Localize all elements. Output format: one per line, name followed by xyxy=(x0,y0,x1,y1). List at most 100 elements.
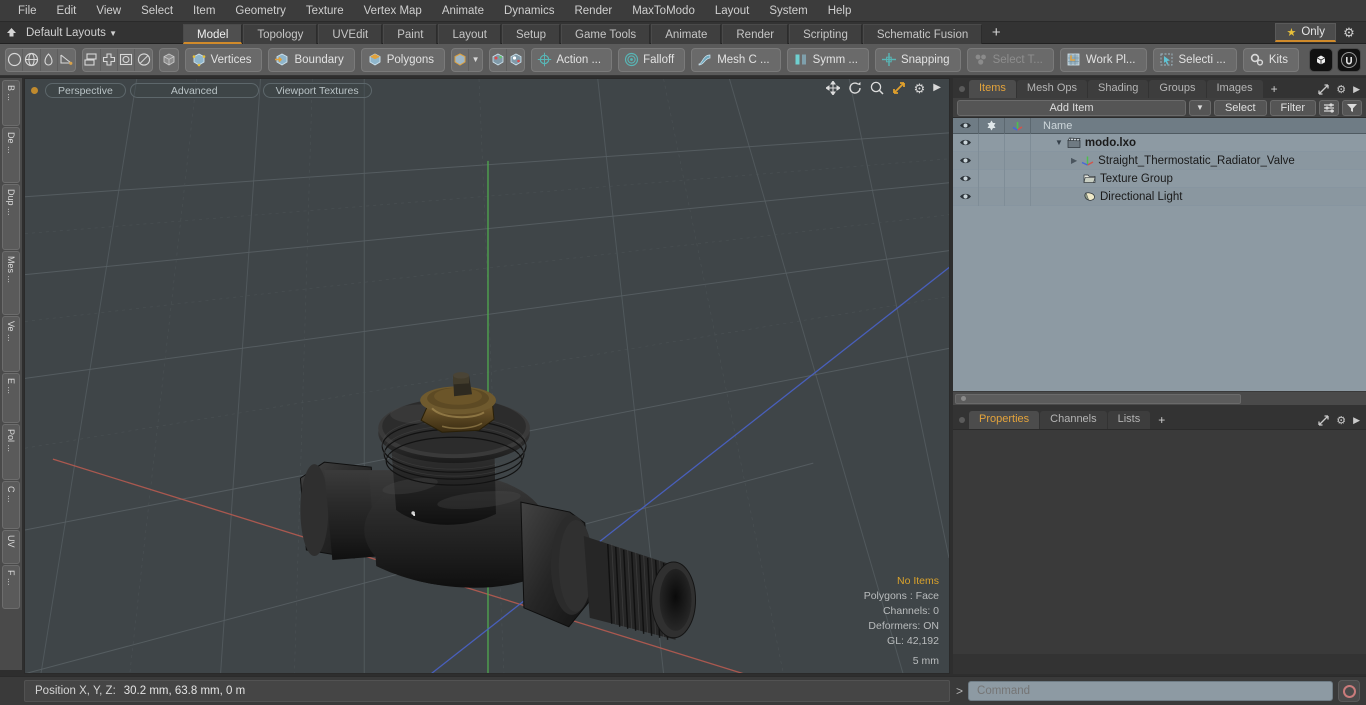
row-axis-cell[interactable] xyxy=(1005,151,1031,170)
menu-item-maxtomodo[interactable]: MaxToModo xyxy=(622,0,705,22)
vtab-edge[interactable]: E ... xyxy=(2,373,20,423)
work-plane-button[interactable]: Work Pl... xyxy=(1059,47,1147,72)
chevron-right-icon[interactable]: ▶ xyxy=(1353,84,1360,95)
tab-setup[interactable]: Setup xyxy=(501,23,561,44)
tab-images[interactable]: Images xyxy=(1206,80,1263,98)
properties-add-tab-button[interactable]: + xyxy=(1151,412,1172,429)
vtab-polygon[interactable]: Pol ... xyxy=(2,424,20,480)
select-through-button[interactable]: Select T... xyxy=(966,47,1054,72)
row-visibility-toggle[interactable] xyxy=(953,151,979,170)
menu-item-vertex-map[interactable]: Vertex Map xyxy=(354,0,432,22)
zoom-view-icon[interactable] xyxy=(870,81,884,95)
vertices-mode-button[interactable]: Vertices xyxy=(184,47,263,72)
vtab-uv[interactable]: UV xyxy=(2,530,20,564)
items-add-tab-button[interactable]: + xyxy=(1264,81,1285,98)
polygons-mode-button[interactable]: Polygons xyxy=(360,47,446,72)
tab-topology[interactable]: Topology xyxy=(243,23,318,44)
menu-item-dynamics[interactable]: Dynamics xyxy=(494,0,564,22)
menu-item-system[interactable]: System xyxy=(759,0,817,22)
vtab-deform[interactable]: De ... xyxy=(2,127,20,183)
viewport-perspective-dropdown[interactable]: Perspective xyxy=(45,82,126,98)
menu-item-help[interactable]: Help xyxy=(818,0,862,22)
table-row[interactable]: ▶ Straight_Thermostatic_Radiator_Valve xyxy=(953,151,1366,170)
select-button[interactable]: Select xyxy=(1213,99,1267,116)
tree-item-mesh[interactable]: ▶ Straight_Thermostatic_Radiator_Valve xyxy=(1031,155,1295,167)
funnel-icon[interactable] xyxy=(1342,99,1362,116)
menu-item-edit[interactable]: Edit xyxy=(47,0,87,22)
items-tree-horizontal-scrollbar[interactable] xyxy=(953,391,1366,405)
mesh-constraint-button[interactable]: Mesh C ... xyxy=(691,47,781,72)
vtab-fusion[interactable]: F ... xyxy=(2,565,20,609)
tab-schematic-fusion[interactable]: Schematic Fusion xyxy=(862,23,983,44)
viewport-shading-dropdown[interactable]: Advanced xyxy=(129,82,259,98)
vtab-curve[interactable]: C ... xyxy=(2,481,20,529)
table-row[interactable]: ▼ modo.lxo xyxy=(953,134,1366,152)
expand-icon[interactable] xyxy=(1318,84,1329,95)
table-row[interactable]: Texture Group xyxy=(953,169,1366,188)
vtab-vertex[interactable]: Ve ... xyxy=(2,316,20,372)
tree-item-scene[interactable]: ▼ modo.lxo xyxy=(1031,137,1136,149)
row-add-cell[interactable] xyxy=(979,187,1005,206)
expander-icon[interactable]: ▶ xyxy=(1071,156,1077,165)
snap-cube-b-icon[interactable] xyxy=(507,49,524,71)
chevron-right-icon[interactable]: ▶ xyxy=(1353,415,1360,426)
item-cube-icon[interactable] xyxy=(452,48,470,71)
menu-item-file[interactable]: File xyxy=(8,0,47,22)
menu-item-layout[interactable]: Layout xyxy=(705,0,760,22)
add-item-button[interactable]: Add Item xyxy=(957,99,1186,116)
command-input[interactable] xyxy=(968,681,1333,701)
vtab-mesh-edit[interactable]: Mes ... xyxy=(2,251,20,315)
tab-layout[interactable]: Layout xyxy=(438,23,501,44)
3d-viewport[interactable]: Y X Z Perspective Advanced Viewport Text… xyxy=(24,78,950,674)
vtab-basic[interactable]: B ... xyxy=(2,80,20,126)
tab-items[interactable]: Items xyxy=(969,80,1016,98)
row-axis-cell[interactable] xyxy=(1005,169,1031,188)
table-row[interactable]: Directional Light xyxy=(953,187,1366,206)
add-tab-button[interactable]: + xyxy=(983,24,1009,44)
tab-model[interactable]: Model xyxy=(183,23,243,44)
tab-lists[interactable]: Lists xyxy=(1107,411,1151,429)
cube-icon[interactable] xyxy=(160,49,177,71)
items-tree[interactable]: ▼ modo.lxo ▶ Straight_Thermostatic_Radia… xyxy=(953,134,1366,391)
viewport-play-icon[interactable]: ▶ xyxy=(933,83,941,93)
fit-view-icon[interactable] xyxy=(892,81,906,95)
row-axis-cell[interactable] xyxy=(1005,187,1031,206)
tab-paint[interactable]: Paint xyxy=(383,23,438,44)
menu-item-geometry[interactable]: Geometry xyxy=(225,0,296,22)
row-visibility-toggle[interactable] xyxy=(953,169,979,188)
tab-properties[interactable]: Properties xyxy=(969,411,1040,429)
gear-icon[interactable]: ⚙ xyxy=(1336,83,1346,96)
gear-icon[interactable]: ⚙ xyxy=(1336,414,1346,427)
globe-icon[interactable] xyxy=(23,48,41,71)
only-toggle-button[interactable]: ★ Only xyxy=(1275,23,1336,42)
default-layouts-dropdown[interactable]: Default Layouts ▼ xyxy=(22,27,127,39)
curve-icon[interactable] xyxy=(58,49,75,71)
rotate-icon[interactable] xyxy=(135,49,152,71)
add-item-dropdown[interactable]: ▼ xyxy=(1188,99,1211,116)
viewport-gear-icon[interactable]: ⚙ xyxy=(914,82,926,95)
vtab-duplicate[interactable]: Dup ... xyxy=(2,184,20,250)
row-axis-cell[interactable] xyxy=(1005,134,1031,152)
tab-scripting[interactable]: Scripting xyxy=(789,23,862,44)
tab-animate[interactable]: Animate xyxy=(651,23,722,44)
pen-icon[interactable] xyxy=(41,48,59,71)
tab-shading[interactable]: Shading xyxy=(1088,80,1149,98)
tab-channels[interactable]: Channels xyxy=(1040,411,1107,429)
expand-icon[interactable] xyxy=(1318,415,1329,426)
scale-icon[interactable] xyxy=(118,48,136,71)
menu-item-texture[interactable]: Texture xyxy=(296,0,354,22)
scrollbar-thumb[interactable] xyxy=(955,393,1242,404)
list-options-icon[interactable] xyxy=(1319,99,1339,116)
item-mode-dropdown[interactable]: ▼ xyxy=(469,49,481,71)
row-visibility-toggle[interactable] xyxy=(953,187,979,206)
symmetry-button[interactable]: Symm ... xyxy=(786,47,869,72)
row-add-cell[interactable] xyxy=(979,169,1005,188)
boundary-mode-button[interactable]: Boundary xyxy=(268,47,355,72)
menu-item-render[interactable]: Render xyxy=(564,0,622,22)
row-add-cell[interactable] xyxy=(979,134,1005,152)
move-icon[interactable] xyxy=(101,48,118,71)
rotate-view-icon[interactable] xyxy=(848,81,862,95)
gear-icon[interactable]: ⚙ xyxy=(1336,23,1362,43)
tab-render[interactable]: Render xyxy=(722,23,789,44)
filter-button[interactable]: Filter xyxy=(1269,99,1316,116)
